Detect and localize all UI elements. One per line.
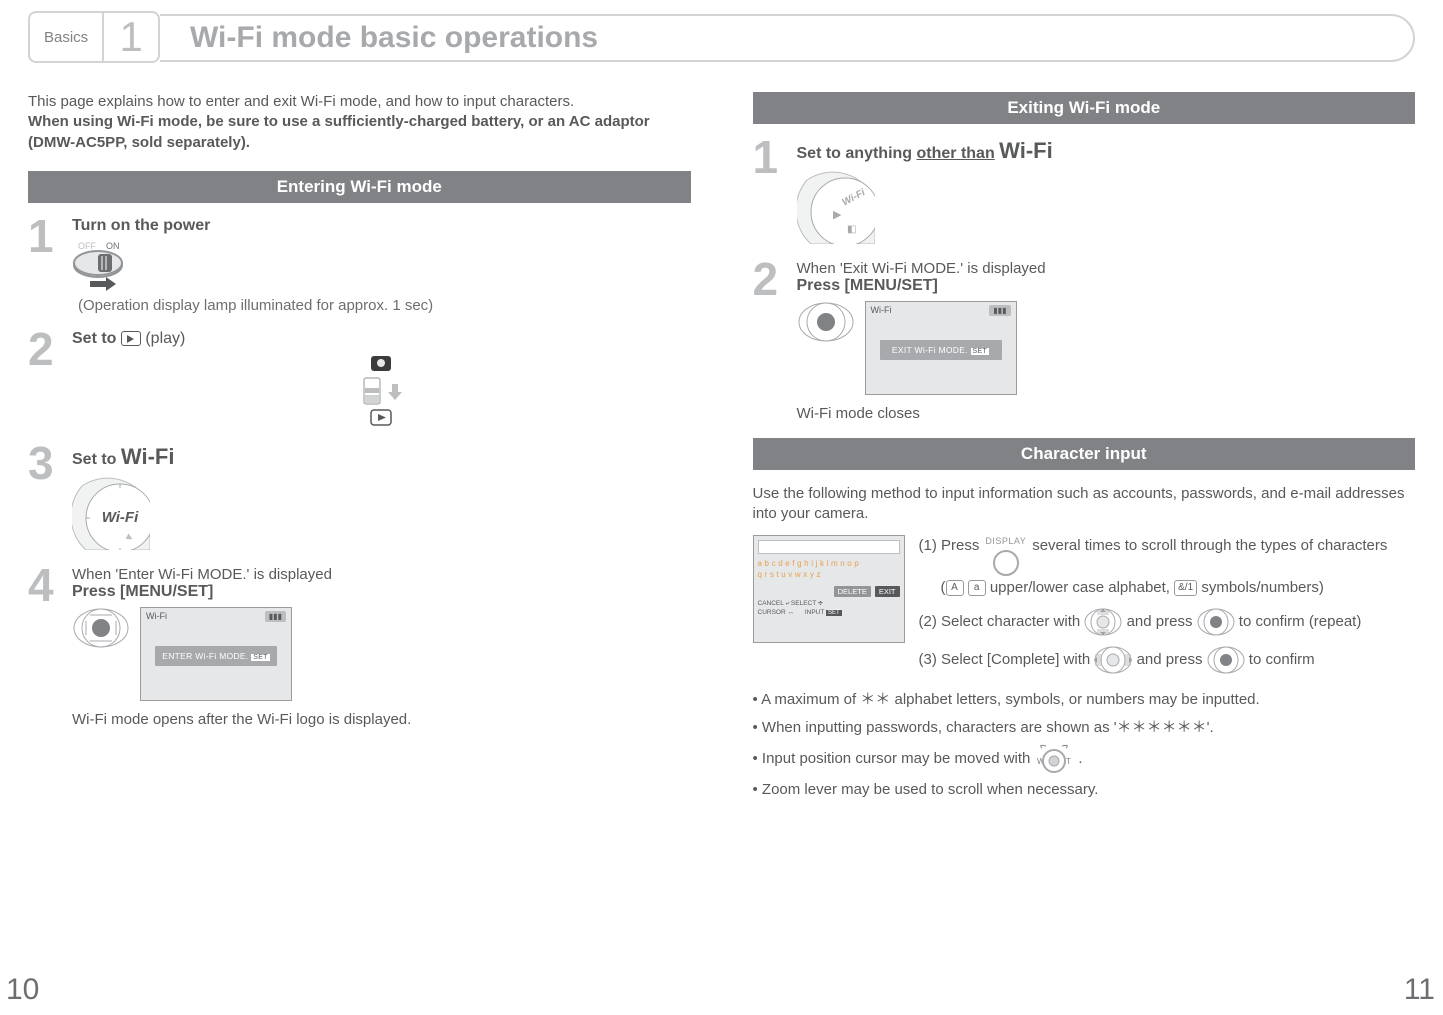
step-number: 2 <box>753 260 787 422</box>
tab-label: Basics <box>28 11 104 63</box>
entering-heading: Entering Wi-Fi mode <box>28 171 691 203</box>
mode-dial-wifi-icon: Wi-Fi ▶ <box>72 476 691 550</box>
symbols-icon: &/1 <box>1174 580 1197 596</box>
intro-line2: When using Wi-Fi mode, be sure to use a … <box>28 113 650 150</box>
screen-message: ENTER Wi-Fi MODE. SET <box>155 646 277 666</box>
page-number-right: 11 <box>1404 973 1435 1007</box>
cursor-button-icon <box>72 607 130 649</box>
enter-step-1: 1 Turn on the power OFF ON (Operati <box>28 217 691 314</box>
charinput-notes: • A maximum of ＊＊ alphabet letters, symb… <box>753 688 1416 802</box>
wifi-label: Wi-Fi <box>999 138 1053 163</box>
cursor-updown-icon <box>1084 608 1122 636</box>
battery-icon: ▮▮▮ <box>989 305 1010 316</box>
screen-message: EXIT Wi-Fi MODE. SET <box>880 340 1002 360</box>
down-arrow-icon <box>388 382 402 400</box>
exit-step-1: 1 Set to anything other than Wi-Fi Wi-Fi… <box>753 138 1416 244</box>
charinput-screen: abcdefghijklmnop qrstuvwxyz DELETE EXIT … <box>753 535 905 643</box>
svg-text:OFF: OFF <box>78 241 96 251</box>
step-note: (Operation display lamp illuminated for … <box>78 297 433 314</box>
enter-step-4: 4 When 'Enter Wi-Fi MODE.' is displayed … <box>28 566 691 728</box>
rec-play-slider-icon <box>72 354 691 428</box>
step-pretext: When 'Exit Wi-Fi MODE.' is displayed <box>797 260 1416 277</box>
lcd-screen-exit: Wi-Fi ▮▮▮ EXIT Wi-Fi MODE. SET <box>865 301 1017 395</box>
chapter-header: Basics 1 Wi-Fi mode basic operations <box>28 14 1415 62</box>
intro-line1: This page explains how to enter and exit… <box>28 93 574 110</box>
step-number: 1 <box>28 217 62 314</box>
left-column: This page explains how to enter and exit… <box>28 92 691 955</box>
step-after: Wi-Fi mode closes <box>797 405 1416 422</box>
step-title: Turn on the power <box>72 217 691 235</box>
charinput-body: abcdefghijklmnop qrstuvwxyz DELETE EXIT … <box>753 535 1416 675</box>
exiting-heading: Exiting Wi-Fi mode <box>753 92 1416 124</box>
uppercase-icon: A <box>946 580 964 596</box>
svg-text:▶: ▶ <box>833 209 842 221</box>
step-number: 1 <box>753 138 787 244</box>
cursor-button-icon <box>797 301 855 343</box>
right-column: Exiting Wi-Fi mode 1 Set to anything oth… <box>753 92 1416 955</box>
tab-number: 1 <box>120 13 143 61</box>
chapter-tab: Basics 1 <box>28 14 160 62</box>
svg-text:T: T <box>1066 757 1071 766</box>
step-title: Press [MENU/SET] <box>797 277 1416 295</box>
step-number: 2 <box>28 330 62 428</box>
lowercase-icon: a <box>968 580 986 596</box>
step-title: Press [MENU/SET] <box>72 583 691 601</box>
battery-icon: ▮▮▮ <box>265 611 286 622</box>
step-title: Set to Wi-Fi <box>72 444 691 470</box>
svg-text:◧: ◧ <box>847 224 856 235</box>
page-title: Wi-Fi mode basic operations <box>190 21 598 55</box>
zoom-lever-icon: WT <box>1034 744 1074 774</box>
page-number-left: 10 <box>6 973 39 1007</box>
step-title: Set to anything other than Wi-Fi <box>797 138 1416 164</box>
power-switch-icon: OFF ON <box>72 239 691 291</box>
step-pretext: When 'Enter Wi-Fi MODE.' is displayed <box>72 566 691 583</box>
play-icon <box>121 331 141 346</box>
svg-text:Wi-Fi: Wi-Fi <box>102 509 139 526</box>
step-title: Set to (play) <box>72 330 691 348</box>
intro-text: This page explains how to enter and exit… <box>28 92 691 153</box>
charinput-intro: Use the following method to input inform… <box>753 484 1416 525</box>
enter-step-2: 2 Set to (play) <box>28 330 691 428</box>
step-number: 3 <box>28 444 62 550</box>
enter-step-3: 3 Set to Wi-Fi <box>28 444 691 550</box>
tab-number-box: 1 <box>104 11 160 63</box>
step-after: Wi-Fi mode opens after the Wi-Fi logo is… <box>72 711 691 728</box>
svg-text:ON: ON <box>106 241 120 251</box>
menuset-button-icon <box>1207 646 1245 674</box>
cursor-leftright-icon <box>1094 646 1132 674</box>
lcd-screen-enter: Wi-Fi ▮▮▮ ENTER Wi-Fi MODE. SET <box>140 607 292 701</box>
charinput-heading: Character input <box>753 438 1416 470</box>
wifi-label: Wi-Fi <box>121 444 175 469</box>
mode-dial-notwifi-icon: Wi-Fi ▶ ◧ <box>797 170 1416 244</box>
display-button-icon <box>992 549 1020 577</box>
exit-step-2: 2 When 'Exit Wi-Fi MODE.' is displayed P… <box>753 260 1416 422</box>
step-number: 4 <box>28 566 62 728</box>
menuset-button-icon <box>1197 608 1235 636</box>
